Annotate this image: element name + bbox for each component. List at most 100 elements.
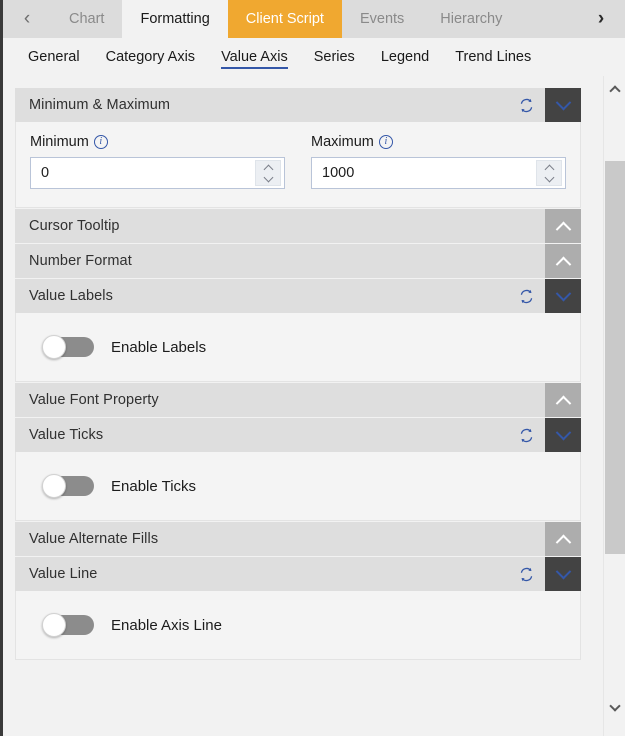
section-header-value-alternate-fills[interactable]: Value Alternate Fills bbox=[15, 522, 581, 556]
section-collapse-toggle[interactable] bbox=[545, 209, 581, 243]
enable-ticks-toggle[interactable] bbox=[42, 474, 94, 498]
chevron-up-icon bbox=[555, 221, 571, 237]
section-body-value-line: Enable Axis Line bbox=[15, 591, 581, 660]
info-icon[interactable]: i bbox=[93, 135, 108, 149]
section-title: Number Format bbox=[29, 253, 132, 269]
section-value-font-property: Value Font Property bbox=[15, 383, 581, 417]
chevron-left-icon: ‹ bbox=[23, 8, 31, 29]
section-body-value-ticks: Enable Ticks bbox=[15, 452, 581, 521]
section-value-line: Value Line Enable Axis Line bbox=[15, 557, 581, 660]
chevron-down-icon bbox=[555, 563, 571, 579]
maximum-label-row: Maximum i bbox=[311, 134, 566, 150]
tab-chart[interactable]: Chart bbox=[51, 0, 123, 38]
enable-axis-line-toggle[interactable] bbox=[42, 613, 94, 637]
section-tools bbox=[507, 557, 581, 591]
tabstrip-spacer bbox=[520, 0, 577, 38]
scrollbar-down-button[interactable] bbox=[604, 696, 625, 718]
minimum-field-group: Minimum i bbox=[30, 134, 285, 189]
info-icon[interactable]: i bbox=[378, 135, 393, 149]
section-value-alternate-fills: Value Alternate Fills bbox=[15, 522, 581, 556]
maximum-stepper[interactable] bbox=[536, 160, 562, 186]
chevron-right-icon: › bbox=[597, 8, 605, 29]
section-collapse-toggle[interactable] bbox=[545, 383, 581, 417]
tab-hierarchy[interactable]: Hierarchy bbox=[422, 0, 521, 38]
tab-events[interactable]: Events bbox=[341, 0, 423, 38]
minimum-label: Minimum bbox=[30, 134, 89, 150]
subtab-category-axis[interactable]: Category Axis bbox=[93, 38, 208, 76]
section-minimum-maximum: Minimum & Maximum Minimum i 0 Maximum i … bbox=[15, 88, 581, 208]
section-tools bbox=[507, 279, 581, 313]
refresh-icon[interactable] bbox=[507, 88, 545, 122]
section-title: Cursor Tooltip bbox=[29, 218, 120, 234]
settings-scroll-area: Minimum & Maximum Minimum i 0 Maximum i … bbox=[3, 76, 625, 736]
main-tabstrip: ‹ Chart Formatting Client Script Events … bbox=[3, 0, 625, 38]
section-collapse-toggle[interactable] bbox=[545, 244, 581, 278]
enable-labels-label: Enable Labels bbox=[111, 338, 207, 356]
section-collapse-toggle[interactable] bbox=[545, 557, 581, 591]
maximum-input-wrapper[interactable] bbox=[311, 157, 566, 189]
section-collapse-toggle[interactable] bbox=[545, 88, 581, 122]
section-collapse-toggle[interactable] bbox=[545, 279, 581, 313]
toggle-knob bbox=[42, 613, 66, 637]
enable-labels-toggle[interactable] bbox=[42, 335, 94, 359]
enable-axis-line-label: Enable Axis Line bbox=[111, 616, 222, 634]
section-header-value-font-property[interactable]: Value Font Property bbox=[15, 383, 581, 417]
refresh-icon[interactable] bbox=[507, 557, 545, 591]
minimum-input[interactable] bbox=[31, 165, 255, 181]
stepper-down-icon bbox=[263, 172, 273, 182]
subtab-trend-lines[interactable]: Trend Lines bbox=[442, 38, 544, 76]
chevron-down-icon bbox=[555, 94, 571, 110]
section-tools bbox=[507, 418, 581, 452]
section-body-minimum-maximum: Minimum i 0 Maximum i 1000 bbox=[15, 122, 581, 208]
section-title: Minimum & Maximum bbox=[29, 97, 171, 113]
section-header-value-ticks[interactable]: Value Ticks bbox=[15, 418, 581, 452]
section-tools bbox=[507, 88, 581, 122]
subtab-general[interactable]: General bbox=[15, 38, 93, 76]
maximum-label: Maximum bbox=[311, 134, 374, 150]
section-tools bbox=[545, 244, 581, 278]
section-collapse-toggle[interactable] bbox=[545, 418, 581, 452]
chevron-down-icon bbox=[555, 285, 571, 301]
formatting-panel: ‹ Chart Formatting Client Script Events … bbox=[0, 0, 625, 736]
settings-scrollbar[interactable] bbox=[603, 76, 625, 736]
formatting-subtabs: General Category Axis Value Axis Series … bbox=[3, 38, 625, 76]
section-title: Value Ticks bbox=[29, 427, 104, 443]
toggle-knob bbox=[42, 474, 66, 498]
chevron-up-icon bbox=[555, 256, 571, 272]
section-header-value-labels[interactable]: Value Labels bbox=[15, 279, 581, 313]
stepper-down-icon bbox=[544, 172, 554, 182]
section-header-value-line[interactable]: Value Line bbox=[15, 557, 581, 591]
maximum-input[interactable] bbox=[312, 165, 536, 181]
section-number-format: Number Format bbox=[15, 244, 581, 278]
section-header-minimum-maximum[interactable]: Minimum & Maximum bbox=[15, 88, 581, 122]
chevron-up-icon bbox=[555, 534, 571, 550]
scrollbar-up-button[interactable] bbox=[604, 78, 625, 100]
scrollbar-thumb[interactable] bbox=[605, 161, 625, 554]
subtab-legend[interactable]: Legend bbox=[368, 38, 442, 76]
tab-client-script[interactable]: Client Script bbox=[227, 0, 342, 38]
tab-formatting[interactable]: Formatting bbox=[122, 0, 228, 38]
section-body-value-labels: Enable Labels bbox=[15, 313, 581, 382]
refresh-icon[interactable] bbox=[507, 279, 545, 313]
section-header-cursor-tooltip[interactable]: Cursor Tooltip bbox=[15, 209, 581, 243]
refresh-icon[interactable] bbox=[507, 418, 545, 452]
section-cursor-tooltip: Cursor Tooltip bbox=[15, 209, 581, 243]
section-collapse-toggle[interactable] bbox=[545, 522, 581, 556]
minimum-input-wrapper[interactable] bbox=[30, 157, 285, 189]
tabstrip-prev-button[interactable]: ‹ bbox=[3, 0, 51, 38]
section-title: Value Font Property bbox=[29, 392, 159, 408]
subtab-series[interactable]: Series bbox=[301, 38, 368, 76]
chevron-up-icon bbox=[555, 395, 571, 411]
minimum-label-row: Minimum i bbox=[30, 134, 285, 150]
section-tools bbox=[545, 383, 581, 417]
toggle-knob bbox=[42, 335, 66, 359]
tabstrip-next-button[interactable]: › bbox=[577, 0, 625, 38]
maximum-field-group: Maximum i bbox=[311, 134, 566, 189]
scroll-down-arrow-icon bbox=[609, 699, 621, 712]
minimum-stepper[interactable] bbox=[255, 160, 281, 186]
section-header-number-format[interactable]: Number Format bbox=[15, 244, 581, 278]
section-value-labels: Value Labels Enable Labels bbox=[15, 279, 581, 382]
section-title: Value Alternate Fills bbox=[29, 531, 159, 547]
subtab-value-axis[interactable]: Value Axis bbox=[208, 38, 301, 76]
enable-ticks-label: Enable Ticks bbox=[111, 477, 197, 495]
